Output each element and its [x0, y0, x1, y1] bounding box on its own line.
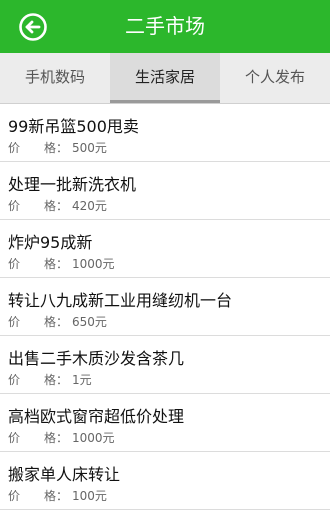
list-item[interactable]: 出售二手木质沙发含茶几 价 格： 1元 [0, 336, 330, 394]
item-price: 价 格： 100元 [8, 487, 107, 504]
item-price: 价 格： 420元 [8, 197, 107, 214]
price-label: 价 格： [8, 431, 69, 445]
price-label: 价 格： [8, 315, 69, 329]
app-header: 二手市场 [0, 0, 330, 53]
price-label: 价 格： [8, 257, 69, 271]
price-value: 1000元 [72, 257, 115, 271]
price-value: 650元 [72, 315, 107, 329]
back-arrow-circle-icon [19, 13, 47, 41]
item-title: 处理一批新洗衣机 [8, 175, 137, 194]
tab-digital[interactable]: 手机数码 [0, 53, 110, 103]
item-title: 搬家单人床转让 [8, 465, 121, 484]
item-title: 出售二手木质沙发含茶几 [8, 349, 185, 368]
price-label: 价 格： [8, 199, 69, 213]
item-price: 价 格： 1000元 [8, 429, 115, 446]
tab-personal-post[interactable]: 个人发布 [220, 53, 330, 103]
item-title: 高档欧式窗帘超低价处理 [8, 407, 185, 426]
list-item[interactable]: 炸炉95成新 价 格： 1000元 [0, 220, 330, 278]
item-title: 炸炉95成新 [8, 233, 93, 252]
item-price: 价 格： 650元 [8, 313, 107, 330]
list-item[interactable]: 高档欧式窗帘超低价处理 价 格： 1000元 [0, 394, 330, 452]
price-label: 价 格： [8, 141, 69, 155]
list-item[interactable]: 搬家单人床转让 价 格： 100元 [0, 452, 330, 510]
price-value: 1000元 [72, 431, 115, 445]
back-button[interactable] [18, 12, 48, 42]
page-title: 二手市场 [125, 14, 205, 38]
list-item[interactable]: 处理一批新洗衣机 价 格： 420元 [0, 162, 330, 220]
price-value: 100元 [72, 489, 107, 503]
price-label: 价 格： [8, 373, 69, 387]
price-label: 价 格： [8, 489, 69, 503]
item-price: 价 格： 1元 [8, 371, 92, 388]
list-item[interactable]: 99新吊篮500甩卖 价 格： 500元 [0, 104, 330, 162]
price-value: 1元 [72, 373, 92, 387]
price-value: 420元 [72, 199, 107, 213]
listing-list: 99新吊篮500甩卖 价 格： 500元 处理一批新洗衣机 价 格： 420元 炸炉… [0, 104, 330, 510]
item-title: 99新吊篮500甩卖 [8, 117, 139, 136]
tab-home-living[interactable]: 生活家居 [110, 53, 220, 103]
item-price: 价 格： 500元 [8, 139, 107, 156]
category-tabs: 手机数码 生活家居 个人发布 [0, 53, 330, 104]
item-price: 价 格： 1000元 [8, 255, 115, 272]
list-item[interactable]: 转让八九成新工业用缝纫机一台 价 格： 650元 [0, 278, 330, 336]
price-value: 500元 [72, 141, 107, 155]
item-title: 转让八九成新工业用缝纫机一台 [8, 291, 233, 310]
